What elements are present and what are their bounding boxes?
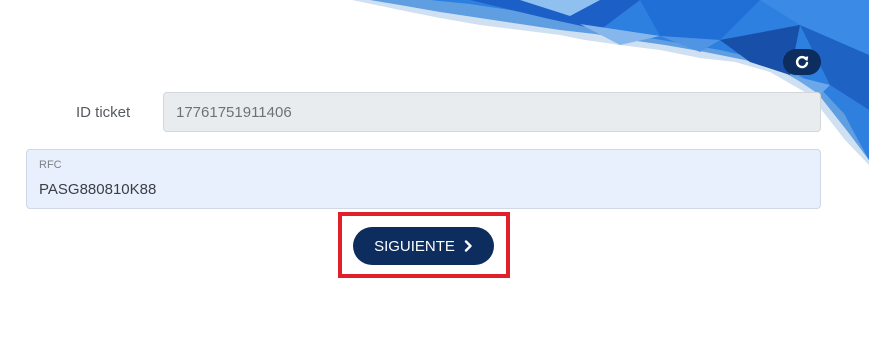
id-ticket-label: ID ticket — [76, 104, 131, 121]
chevron-right-icon — [464, 240, 473, 252]
next-button[interactable]: SIGUIENTE — [353, 227, 494, 265]
refresh-button[interactable] — [783, 49, 821, 75]
page: ID ticket RFC SIGUIENTE — [0, 0, 869, 348]
next-button-label: SIGUIENTE — [374, 237, 455, 255]
rfc-field-container[interactable]: RFC — [26, 149, 821, 209]
refresh-icon — [795, 55, 809, 69]
rfc-label: RFC — [39, 159, 62, 171]
id-ticket-field[interactable] — [163, 92, 821, 132]
rfc-field[interactable] — [39, 178, 799, 200]
